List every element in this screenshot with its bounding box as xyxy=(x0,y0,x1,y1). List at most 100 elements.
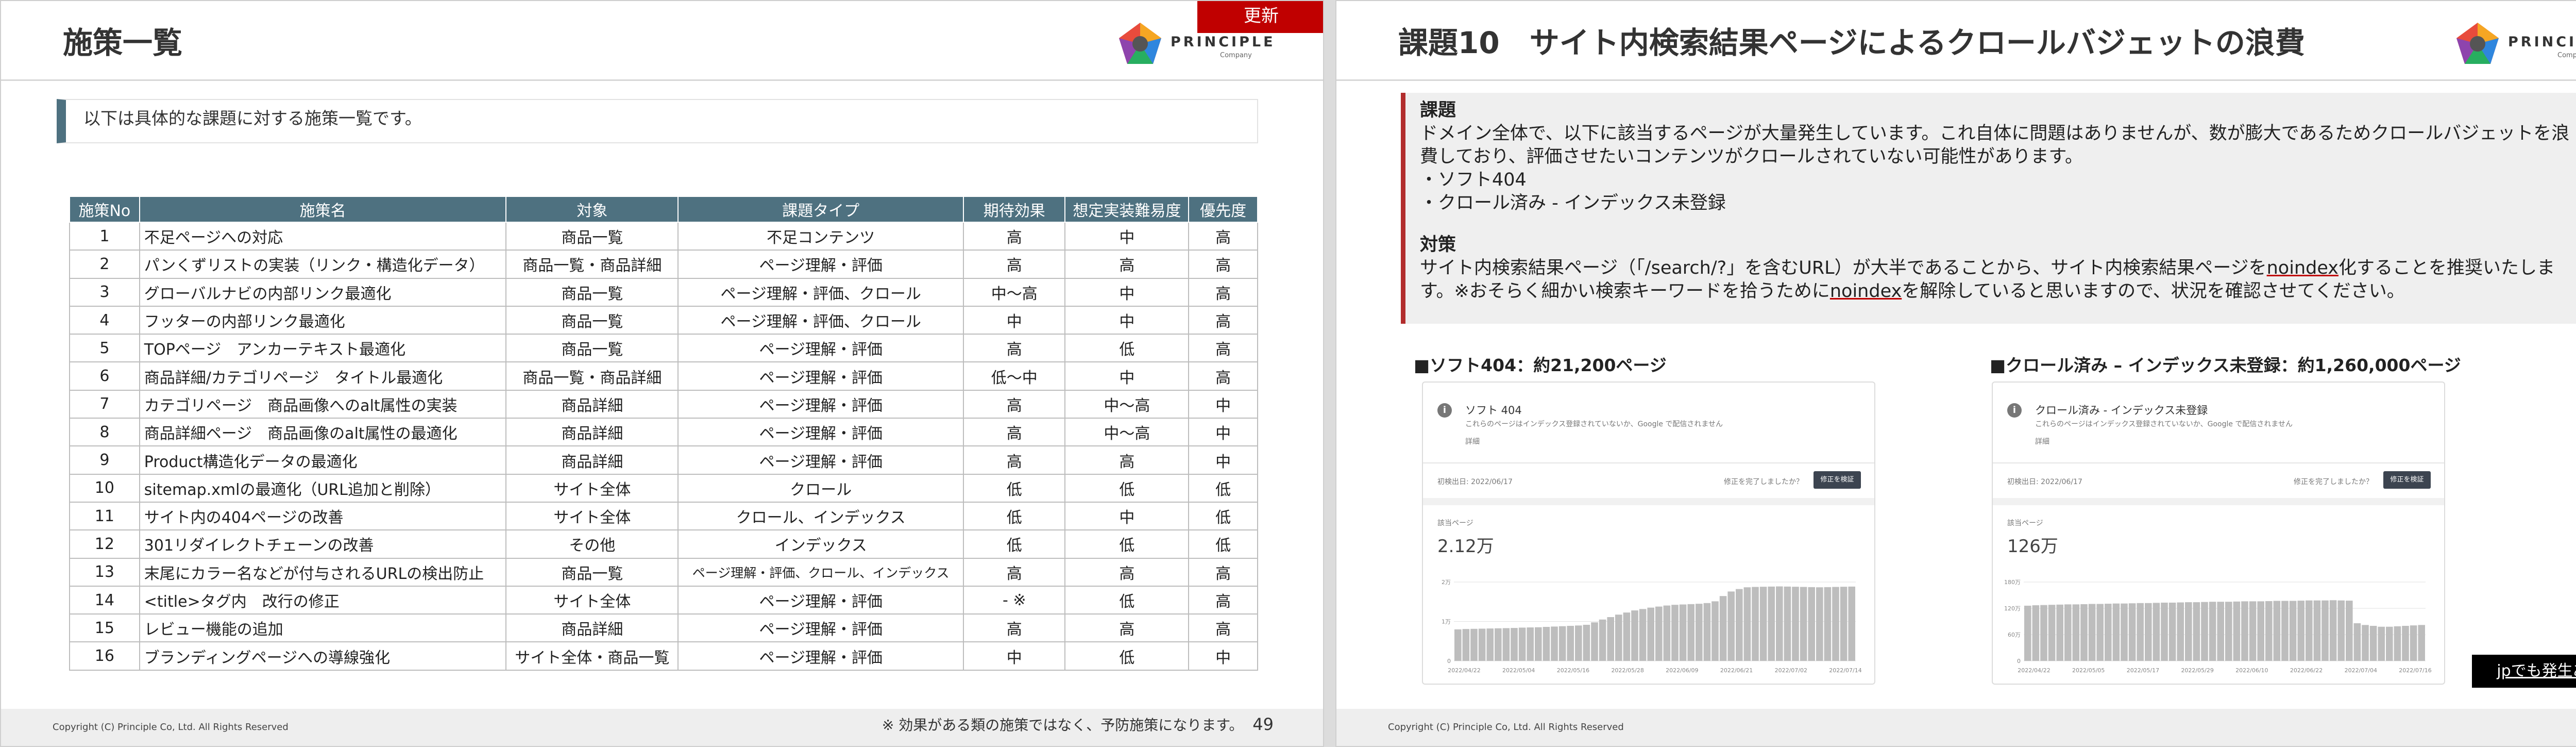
table-cell: ページ理解・評価 xyxy=(677,334,964,363)
chart-bar xyxy=(2233,601,2241,661)
chart-bar xyxy=(1558,626,1566,661)
table-cell: 12 xyxy=(69,529,140,559)
chart-bar xyxy=(2418,625,2425,661)
chart-bar xyxy=(2177,602,2184,661)
chart-bar xyxy=(1736,589,1743,661)
soft404-bar-chart: 0 1万 2万 2022/04/22 2022/05/04 2022/05/16 2022/… xyxy=(1442,579,1862,674)
chart-bar xyxy=(1631,610,1638,661)
card-detail-link[interactable]: 詳細 xyxy=(2035,436,2049,446)
table-cell: パンくずリストの実装（リンク・構造化データ） xyxy=(139,250,507,279)
validate-fix-button[interactable]: 修正を検証 xyxy=(1814,471,1861,489)
chart-bar xyxy=(2209,602,2216,661)
table-row: 15 レビュー機能の追加 商品詳細 ページ理解・評価高高高 xyxy=(69,613,1258,643)
table-cell: 中 xyxy=(1064,277,1190,307)
x-tick-label: 2022/07/04 xyxy=(2345,667,2377,674)
chart-bar xyxy=(1543,627,1550,661)
chart-bar xyxy=(1848,586,1855,661)
table-cell: 商品一覧 xyxy=(505,305,679,335)
card-desc: これらのページはインデックス登録されていないか、Google で配信されません xyxy=(1465,420,1723,428)
chart-bar xyxy=(2410,625,2417,661)
table-cell: 低～中 xyxy=(963,361,1066,391)
chart-bar xyxy=(2346,601,2353,661)
chart-bar xyxy=(2297,601,2304,661)
table-cell: 15 xyxy=(69,613,140,643)
chart-bar xyxy=(2048,605,2056,661)
measure-heading: 対策 xyxy=(1420,235,1456,255)
measure-text: サイト内検索結果ページ（「/search/?」を含むURL）が大半であることから… xyxy=(1420,257,2576,303)
gsc-card-soft404: i ソフト 404 これらのページはインデックス登録されていないか、Google… xyxy=(1422,381,1875,685)
chart-bar xyxy=(2265,601,2273,661)
chart-bar xyxy=(2121,603,2128,661)
table-cell: 高 xyxy=(1064,557,1190,587)
chart-bar xyxy=(1711,601,1719,661)
info-icon: i xyxy=(1437,403,1452,418)
x-tick-label: 2022/06/09 xyxy=(1666,667,1698,674)
page-number: 49 xyxy=(1252,715,1274,734)
table-cell: 13 xyxy=(69,557,140,587)
table-cell: クロール xyxy=(677,473,964,503)
table-cell: ブランディングページへの導線強化 xyxy=(139,641,507,671)
table-cell: 中 xyxy=(1188,641,1258,671)
table-cell: 商品一覧・商品詳細 xyxy=(505,361,679,391)
footer-note-text: ※ 効果がある類の施策ではなく、予防施策になります。 xyxy=(882,717,1244,734)
table-cell: 14 xyxy=(69,585,140,615)
chart-bar xyxy=(1567,626,1574,661)
table-cell: Product構造化データの最適化 xyxy=(139,445,507,475)
card-title: ソフト 404 xyxy=(1465,404,1522,417)
table-cell: 不足コンテンツ xyxy=(677,221,964,251)
validate-fix-button[interactable]: 修正を検証 xyxy=(2383,471,2431,489)
chart-bar xyxy=(1462,629,1470,661)
table-cell: 16 xyxy=(69,641,140,671)
copyright: Copyright (C) Principle Co, Ltd. All Rig… xyxy=(53,722,289,733)
chart-bar xyxy=(2040,605,2047,661)
table-cell: 高 xyxy=(963,334,1066,363)
gsc-card-crawled: i クロール済み - インデックス未登録 これらのページはインデックス登録されて… xyxy=(1992,381,2445,685)
principle-logo-icon xyxy=(1119,23,1161,64)
table-cell: 高 xyxy=(1188,250,1258,279)
chart-bar xyxy=(1808,587,1815,661)
table-cell: 中 xyxy=(1188,389,1258,419)
table-cell: 高 xyxy=(1188,334,1258,363)
chart-bar xyxy=(1575,625,1582,661)
card-detail-link[interactable]: 詳細 xyxy=(1465,436,1480,446)
col-header: 施策No xyxy=(69,196,140,223)
x-tick-label: 2022/07/16 xyxy=(2399,667,2431,674)
measure-keyword-2: noindex xyxy=(1829,281,1902,302)
chart-bar xyxy=(2096,604,2104,661)
chart-bar xyxy=(1527,627,1534,661)
company-logo: PRINCIPLE Company xyxy=(1117,20,1287,67)
table-cell: 高 xyxy=(1188,221,1258,251)
table-cell: 1 xyxy=(69,221,140,251)
card-label: 該当ページ xyxy=(2007,519,2043,527)
issue-callout: 課題 ドメイン全体で、以下に該当するページが大量発生しています。これ自体に問題は… xyxy=(1401,93,2576,324)
table-cell: 低 xyxy=(1188,529,1258,559)
table-cell: サイト全体 xyxy=(505,585,679,615)
table-cell: サイト全体 xyxy=(505,501,679,531)
chart-bar xyxy=(1495,628,1502,661)
y-tick-label: 180万 xyxy=(2004,579,2021,586)
chart-bar xyxy=(2225,602,2232,661)
chart-bar xyxy=(1719,596,1727,661)
table-cell: 301リダイレクトチェーンの改善 xyxy=(139,529,507,559)
copyright: Copyright (C) Principle Co, Ltd. All Rig… xyxy=(1388,722,1624,733)
chart-bar xyxy=(2281,601,2289,661)
footer: Copyright (C) Principle Co, Ltd. All Rig… xyxy=(1336,709,2576,746)
card-date: 初検出日: 2022/06/17 xyxy=(1437,478,1513,486)
chart-bar xyxy=(2306,600,2313,661)
logo-name: PRINCIPLE xyxy=(2508,34,2576,50)
table-cell: ページ理解・評価 xyxy=(677,418,964,447)
chart-bar xyxy=(1518,627,1526,661)
table-cell: サイト全体・商品一覧 xyxy=(505,641,679,671)
issue-item-soft404: ・ソフト404 xyxy=(1420,170,1527,190)
col-header: 優先度 xyxy=(1188,196,1258,223)
chart-bar xyxy=(2024,605,2031,661)
chart-bar xyxy=(2273,601,2281,661)
table-cell: 高 xyxy=(1188,305,1258,335)
table-cell: カテゴリページ 商品画像へのalt属性の実装 xyxy=(139,389,507,419)
table-row: 2 パンくずリストの実装（リンク・構造化データ） 商品一覧・商品詳細 ページ理解・評価… xyxy=(69,250,1258,279)
x-tick-label: 2022/07/02 xyxy=(1775,667,1807,674)
card-count: 2.12万 xyxy=(1437,536,1494,557)
chart-bar xyxy=(1623,612,1631,661)
measure-text-c: を解除していると思いますので、状況を確認させてください。 xyxy=(1902,281,2405,302)
table-cell: クロール、インデックス xyxy=(677,501,964,531)
